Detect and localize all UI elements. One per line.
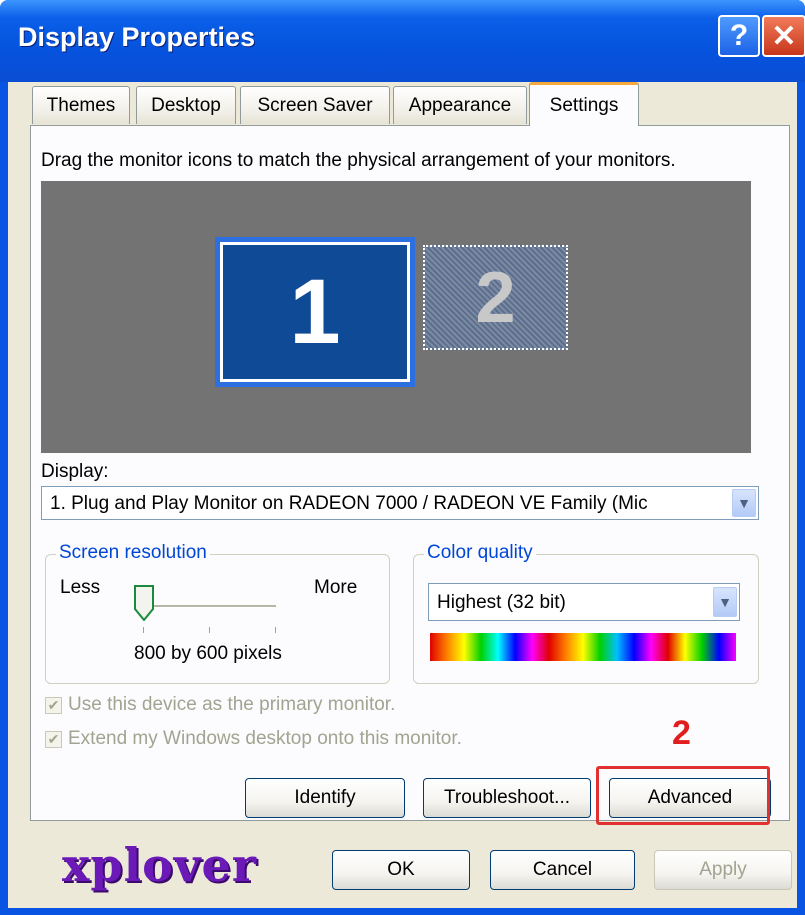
tab-themes[interactable]: Themes (32, 86, 130, 124)
checkmark-icon: ✔ (45, 696, 62, 714)
cancel-button[interactable]: Cancel (490, 850, 635, 890)
monitor-arrangement-area: 1 2 (41, 181, 751, 453)
tab-desktop[interactable]: Desktop (136, 86, 236, 124)
primary-monitor-checkbox[interactable]: ✔ Use this device as the primary monitor… (45, 694, 395, 716)
identify-button[interactable]: Identify (245, 778, 405, 818)
window-title: Display Properties (18, 22, 256, 52)
resolution-slider-thumb[interactable] (134, 585, 154, 621)
step-annotation: 2 (672, 714, 691, 752)
slider-tick (143, 627, 144, 633)
display-dropdown-value: 1. Plug and Play Monitor on RADEON 7000 … (50, 493, 648, 514)
troubleshoot-button[interactable]: Troubleshoot... (423, 778, 591, 818)
close-button[interactable]: ✕ (762, 15, 805, 57)
ok-button[interactable]: OK (332, 850, 470, 890)
slider-tick (209, 627, 210, 633)
color-quality-title: Color quality (424, 542, 536, 564)
chevron-down-icon[interactable]: ▼ (732, 489, 756, 517)
tab-settings[interactable]: Settings (529, 82, 639, 126)
display-dropdown[interactable]: 1. Plug and Play Monitor on RADEON 7000 … (41, 486, 759, 520)
monitor-2-icon[interactable]: 2 (423, 245, 568, 350)
color-spectrum-bar (430, 633, 736, 661)
apply-button[interactable]: Apply (654, 850, 792, 890)
color-quality-value: Highest (32 bit) (437, 592, 566, 613)
color-quality-group: Color quality Highest (32 bit) ▼ (413, 542, 759, 684)
extend-desktop-label: Extend my Windows desktop onto this moni… (68, 728, 462, 749)
slider-more-label: More (314, 577, 358, 598)
display-properties-window: Display Properties ? ✕ Themes Desktop Sc… (0, 0, 805, 915)
tab-screen-saver[interactable]: Screen Saver (240, 86, 390, 124)
slider-less-label: Less (60, 577, 101, 598)
help-button[interactable]: ? (718, 15, 760, 57)
resolution-value: 800 by 600 pixels (134, 643, 282, 664)
title-bar[interactable]: Display Properties ? ✕ (0, 0, 805, 82)
tab-appearance[interactable]: Appearance (393, 86, 527, 124)
screen-resolution-group: Screen resolution Less More 800 by 600 p… (45, 542, 390, 684)
watermark-logo: xplover (62, 838, 257, 892)
slider-tick (275, 627, 276, 633)
instruction-text: Drag the monitor icons to match the phys… (41, 150, 676, 171)
screen-resolution-title: Screen resolution (56, 542, 210, 564)
primary-monitor-label: Use this device as the primary monitor. (68, 694, 396, 715)
extend-desktop-checkbox[interactable]: ✔ Extend my Windows desktop onto this mo… (45, 728, 462, 750)
display-label: Display: (41, 461, 109, 482)
monitor-1-icon[interactable]: 1 (215, 237, 415, 387)
chevron-down-icon[interactable]: ▼ (713, 587, 737, 617)
checkmark-icon: ✔ (45, 730, 62, 748)
advanced-highlight-box (596, 766, 770, 825)
color-quality-dropdown[interactable]: Highest (32 bit) ▼ (428, 583, 740, 621)
monitor-1-number: 1 (223, 245, 407, 379)
resolution-slider-track[interactable] (142, 605, 276, 608)
